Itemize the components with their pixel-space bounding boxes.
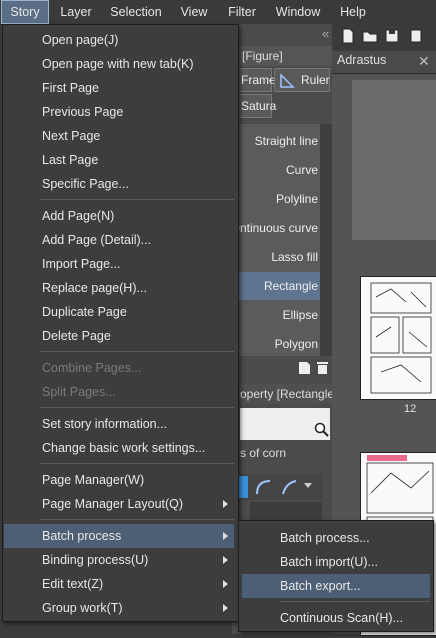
delete-subtool-icon[interactable] [316,361,329,375]
menu-window[interactable]: Window [270,0,326,24]
menu-item-edit-text[interactable]: Edit text(Z) [4,572,234,596]
page-number-label: 12 [404,403,417,415]
copy-subtool-icon[interactable] [298,361,311,375]
menu-item-first-page[interactable]: First Page [4,76,234,100]
submenu-item-batch-import[interactable]: Batch import(U)... [242,550,430,574]
menu-item-page-manager[interactable]: Page Manager(W) [4,468,234,492]
menu-item-replace-page[interactable]: Replace page(H)... [4,276,234,300]
sub-tool-continuous-curve[interactable]: ontinuous curve [232,214,320,242]
sub-tool-ellipse[interactable]: Ellipse [232,301,320,329]
menu-item-combine-pages: Combine Pages... [42,361,142,375]
frame-button-label: Frame [241,73,276,87]
chevron-down-icon[interactable] [304,483,312,488]
menu-layer[interactable]: Layer [56,0,96,24]
menu-item-label: Group work(T) [42,601,123,615]
ruler-button-label: Ruler [301,73,330,87]
sub-tool-lasso-fill[interactable]: Lasso fill [232,243,320,271]
menu-item-binding-process[interactable]: Binding process(U) [4,548,234,572]
menu-story[interactable]: Story [1,0,49,24]
close-icon[interactable]: ✕ [418,53,430,70]
command-toolbar [330,24,436,50]
corner-shape-buttons[interactable] [238,474,322,500]
page-thumbnail-blank[interactable] [352,80,436,240]
menu-filter[interactable]: Filter [222,0,262,24]
submenu-arrow-icon [223,556,228,564]
menu-separator [280,601,430,602]
sub-tool-tab-label[interactable]: l [Figure] [236,49,283,63]
sub-tool-polyline[interactable]: Polyline [232,185,320,213]
menu-separator [40,407,234,408]
corner-option-selected[interactable] [238,476,248,498]
menu-selection[interactable]: Selection [104,0,168,24]
submenu-arrow-icon [223,500,228,508]
manga-page-preview [370,282,432,394]
menu-view[interactable]: View [174,0,214,24]
navigator-title: Adrastus [337,53,387,67]
menu-item-next-page[interactable]: Next Page [4,124,234,148]
menu-item-open-page[interactable]: Open page(J) [4,28,234,52]
saturation-button-label: Satura [241,99,277,113]
save-icon[interactable] [384,28,400,44]
menu-item-last-page[interactable]: Last Page [4,148,234,172]
menu-item-import-page[interactable]: Import Page... [4,252,234,276]
menu-item-set-story-information[interactable]: Set story information... [4,412,234,436]
sub-tool-footer [232,356,332,380]
menu-item-duplicate-page[interactable]: Duplicate Page [4,300,234,324]
sub-tool-curve[interactable]: Curve [232,156,320,184]
menu-item-delete-page[interactable]: Delete Page [4,324,234,348]
menu-separator [40,351,234,352]
menu-item-batch-process[interactable]: Batch process [4,524,234,548]
menu-help[interactable]: Help [334,0,372,24]
submenu-arrow-icon [223,532,228,540]
menu-item-add-page[interactable]: Add Page(N) [4,204,234,228]
menu-item-page-manager-layout[interactable]: Page Manager Layout(Q) [4,492,234,516]
corner-property-label: s of corn [240,446,287,460]
sub-tool-scrollbar[interactable] [320,124,332,356]
search-icon[interactable] [314,422,330,438]
submenu-arrow-icon [223,580,228,588]
ruler-button[interactable]: Ruler [274,68,330,92]
submenu-item-batch-export[interactable]: Batch export... [242,574,430,598]
menu-item-split-pages: Split Pages... [42,385,116,399]
menu-item-label: Page Manager Layout(Q) [42,497,184,511]
menu-item-label: Batch process [42,529,122,543]
submenu-item-batch-process[interactable]: Batch process... [242,526,430,550]
round-corner-icon[interactable] [254,478,272,496]
menu-item-add-page-detail[interactable]: Add Page (Detail)... [4,228,234,252]
tool-property-title: operty [Rectangle [240,387,335,401]
menu-item-label: Binding process(U) [42,553,149,567]
submenu-item-continuous-scan[interactable]: Continuous Scan(H)... [242,606,430,630]
new-file-icon[interactable] [340,28,356,44]
menu-separator [40,519,234,520]
menu-separator [40,199,234,200]
page-thumbnail-12[interactable] [360,276,436,400]
collapse-panel-icon[interactable]: « [322,26,329,41]
document-icon[interactable] [408,28,424,44]
open-folder-icon[interactable] [362,28,378,44]
menu-separator [40,463,234,464]
bevel-corner-icon[interactable] [280,478,298,496]
menu-item-specific-page[interactable]: Specific Page... [4,172,234,196]
menu-item-group-work[interactable]: Group work(T) [4,596,234,620]
ruler-icon [280,73,295,88]
menu-item-previous-page[interactable]: Previous Page [4,100,234,124]
menu-item-change-basic-work-settings[interactable]: Change basic work settings... [4,436,234,460]
submenu-arrow-icon [223,604,228,612]
sub-tool-polygon[interactable]: Polygon [232,330,320,358]
sub-tool-rectangle[interactable]: Rectangle [232,272,320,300]
sub-tool-straight-line[interactable]: Straight line [232,127,320,155]
menu-item-label: Edit text(Z) [42,577,104,591]
menu-item-open-page-new-tab[interactable]: Open page with new tab(K) [4,52,234,76]
